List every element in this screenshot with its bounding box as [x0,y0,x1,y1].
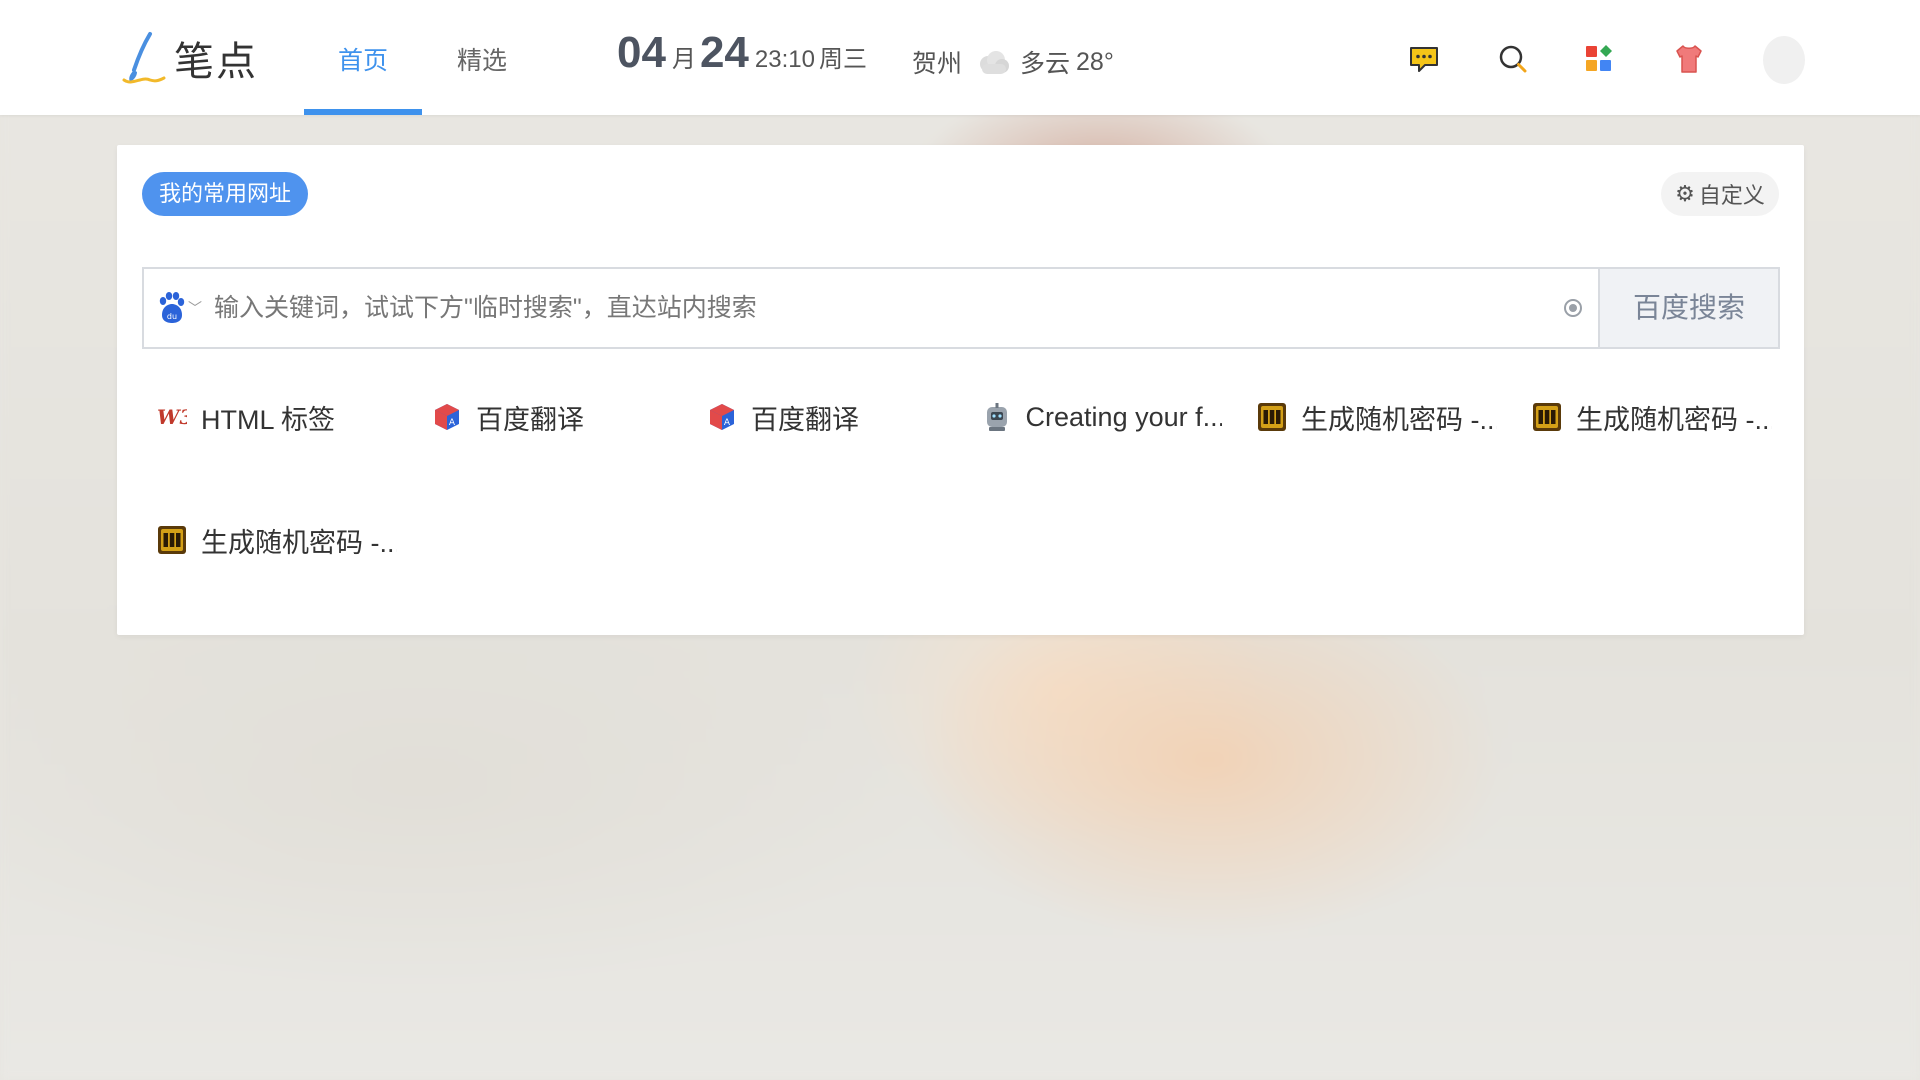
translate-icon: A [432,402,462,432]
customize-label: 自定义 [1698,183,1765,208]
weekday: 周三 [818,46,867,73]
svg-text:W3: W3 [157,405,187,429]
site-label: 生成随机密码 -... [201,527,397,558]
tab-featured[interactable]: 精选 [428,0,536,115]
slot-machine-icon [1532,402,1562,432]
robot-icon [982,402,1012,432]
search-icon[interactable] [1494,40,1532,78]
search-input[interactable] [214,269,1548,347]
skin-icon[interactable] [1670,40,1708,78]
image-search-icon[interactable] [1548,269,1598,347]
weather-temperature: 28° [1076,47,1114,76]
svg-text:du: du [167,312,177,321]
svg-text:A: A [724,418,731,428]
search-bar: du ﹀ 百度搜索 [142,267,1780,349]
clock-time: 23:10 [754,46,815,73]
weather-widget[interactable]: 贺州 多云 28° [912,44,1114,80]
message-icon[interactable] [1405,40,1443,78]
site-link[interactable]: W3 HTML 标签 [157,395,397,439]
baidu-paw-icon: du [159,292,185,323]
baidu-search-button[interactable]: 百度搜索 [1598,269,1778,347]
customize-button[interactable]: ⚙ 自定义 [1661,172,1779,216]
site-label: 百度翻译 [751,404,859,435]
w3-icon: W3 [157,402,187,432]
site-link[interactable]: A 百度翻译 [432,395,672,439]
favorites-card: 我的常用网址 ⚙ 自定义 du ﹀ 百度搜索 [117,145,1804,635]
logo-text: 笔点 [174,39,258,85]
svg-text:A: A [449,418,456,428]
my-favorites-pill[interactable]: 我的常用网址 [142,172,308,216]
site-link[interactable]: Creating your f... [982,395,1222,439]
translate-icon: A [707,402,737,432]
slot-machine-icon [157,525,187,555]
site-label: 生成随机密码 -... [1301,404,1497,435]
site-link[interactable]: 生成随机密码 -... [157,518,397,562]
gear-icon: ⚙ [1675,181,1695,206]
site-label: Creating your f... [1025,401,1222,432]
brush-logo-icon [122,32,166,84]
site-label: 生成随机密码 -... [1576,404,1772,435]
site-link[interactable]: 生成随机密码 -... [1532,395,1772,439]
date-month-unit: 月 [671,46,696,73]
site-link[interactable]: 生成随机密码 -... [1257,395,1497,439]
cloud-icon [980,51,1010,74]
tab-home[interactable]: 首页 [304,0,422,115]
date-day: 24 [699,28,749,77]
apps-icon[interactable] [1580,40,1618,78]
chevron-down-icon: ﹀ [188,300,202,316]
top-header: 笔点 首页 精选 04 月 24 23:10 周三 贺州 多云 28° [0,0,1920,115]
site-label: HTML 标签 [201,404,335,435]
slot-machine-icon [1257,402,1287,432]
logo[interactable]: 笔点 [120,30,258,86]
date-month: 04 [617,28,666,77]
engine-selector[interactable]: du ﹀ [144,269,214,347]
site-link[interactable]: A 百度翻译 [707,395,947,439]
avatar[interactable] [1763,36,1805,84]
weather-city: 贺州 [912,50,963,78]
site-label: 百度翻译 [476,404,584,435]
weather-condition: 多云 [1020,50,1071,78]
date-time: 04 月 24 23:10 周三 [617,28,867,78]
